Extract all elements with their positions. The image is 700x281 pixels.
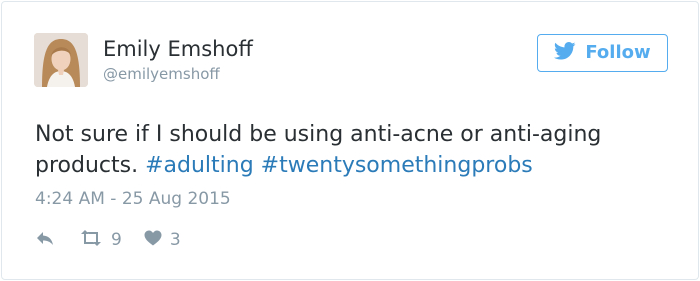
avatar[interactable] [34, 33, 88, 87]
like-count: 3 [169, 230, 181, 250]
tweet-timestamp[interactable]: 4:24 AM - 25 Aug 2015 [35, 188, 231, 210]
like-button[interactable]: 3 [144, 229, 181, 251]
follow-button-label: Follow [585, 42, 651, 63]
reply-icon [35, 230, 55, 250]
author-display-name[interactable]: Emily Emshoff [103, 36, 253, 62]
heart-icon [144, 230, 162, 250]
follow-button[interactable]: Follow [537, 34, 668, 72]
twitter-bird-icon [554, 42, 576, 64]
retweet-count: 9 [111, 230, 122, 250]
tweet-text: Not sure if I should be using anti-acne … [35, 119, 675, 181]
tweet-card: Emily Emshoff @emilyemshoff Follow Not s… [1, 1, 699, 280]
tweet-actions: 9 3 [35, 228, 181, 252]
author-handle[interactable]: @emilyemshoff [103, 64, 220, 84]
hashtag-link[interactable]: #adulting [145, 153, 254, 178]
hashtag-link[interactable]: #twentysomethingprobs [261, 153, 533, 178]
retweet-button[interactable]: 9 [79, 229, 122, 251]
retweet-icon [79, 230, 103, 250]
reply-button[interactable] [35, 230, 55, 250]
